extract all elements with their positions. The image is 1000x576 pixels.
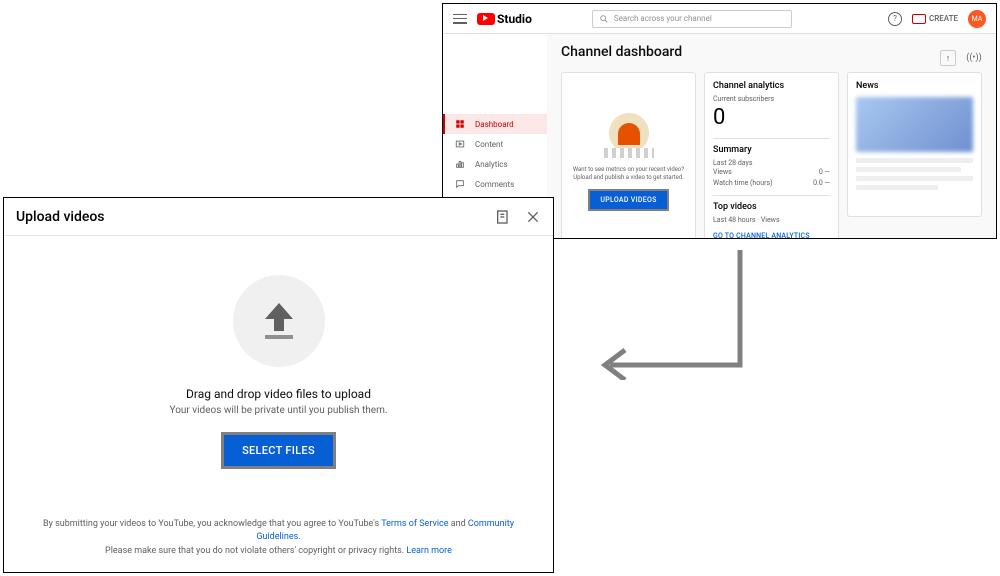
flow-arrow [590,250,760,380]
upload-icon[interactable]: ↑ [940,50,956,66]
views-metric: Views0 — [713,167,830,178]
drop-subtitle: Your videos will be private until you pu… [170,405,388,416]
select-files-button[interactable]: SELECT FILES [221,432,336,469]
upload-arrow-icon [265,303,293,339]
upload-illustration [599,108,659,158]
create-label: CREATE [929,14,958,23]
comments-icon [455,179,465,189]
content-icon [455,139,465,149]
summary-period: Last 28 days [713,159,830,167]
news-card: News [847,72,982,217]
brand-text: Studio [497,12,532,26]
youtube-play-icon [477,13,495,25]
sidebar-item-label: Content [475,140,503,149]
search-input[interactable]: Search across your channel [592,10,792,28]
close-icon[interactable] [525,209,541,225]
sidebar-item-dashboard[interactable]: Dashboard [443,114,547,134]
sidebar-item-analytics[interactable]: Analytics [443,154,547,174]
search-placeholder: Search across your channel [614,14,712,23]
studio-header: Studio Search across your channel ? CREA… [443,4,996,34]
camera-icon [912,14,926,24]
modal-header: Upload videos [4,198,553,236]
upload-dropzone[interactable] [233,275,325,367]
upload-videos-button[interactable]: UPLOAD VIDEOS [588,189,668,211]
watchtime-metric: Watch time (hours)0.0 — [713,178,830,189]
youtube-studio-logo[interactable]: Studio [477,12,532,26]
dashboard-icon [455,119,465,129]
header-right: ? CREATE MA [888,10,986,28]
go-to-analytics-link[interactable]: GO TO CHANNEL ANALYTICS [713,232,830,239]
modal-body: Drag and drop video files to upload Your… [4,236,553,508]
main-content: Channel dashboard ↑ ((•)) Want to see me… [547,34,996,238]
page-title: Channel dashboard [561,44,682,60]
top-videos-period: Last 48 hours · Views [713,216,830,224]
modal-title: Upload videos [16,209,105,225]
analytics-icon [455,159,465,169]
tos-link[interactable]: Terms of Service [381,519,448,529]
sidebar-item-label: Comments [475,180,514,189]
menu-icon[interactable] [453,14,467,24]
upload-caption: Want to see metrics on your recent video… [573,166,684,182]
upload-card: Want to see metrics on your recent video… [561,72,696,239]
create-button[interactable]: CREATE [912,14,958,24]
analytics-card: Channel analytics Current subscribers 0 … [704,72,839,239]
sidebar-item-content[interactable]: Content [443,134,547,154]
subscribers-value: 0 [713,105,830,130]
top-videos-title: Top videos [713,202,830,212]
feedback-icon[interactable] [495,209,511,225]
news-thumbnail [856,97,973,152]
sidebar-item-label: Analytics [475,160,508,169]
subscribers-label: Current subscribers [713,95,830,103]
help-icon[interactable]: ? [888,12,902,26]
drop-title: Drag and drop video files to upload [186,387,371,401]
news-text-placeholder [856,158,973,208]
upload-modal: Upload videos Drag and drop video files … [3,197,554,573]
learn-more-link[interactable]: Learn more [406,546,452,556]
go-live-icon[interactable]: ((•)) [966,50,982,66]
news-title: News [856,81,973,91]
title-icons: ↑ ((•)) [940,50,982,66]
sidebar-item-label: Dashboard [475,120,514,129]
avatar[interactable]: MA [968,10,986,28]
summary-title: Summary [713,145,830,155]
search-icon [599,14,609,24]
sidebar-item-comments[interactable]: Comments [443,174,547,194]
analytics-title: Channel analytics [713,81,830,91]
modal-footer: By submitting your videos to YouTube, yo… [4,508,553,573]
